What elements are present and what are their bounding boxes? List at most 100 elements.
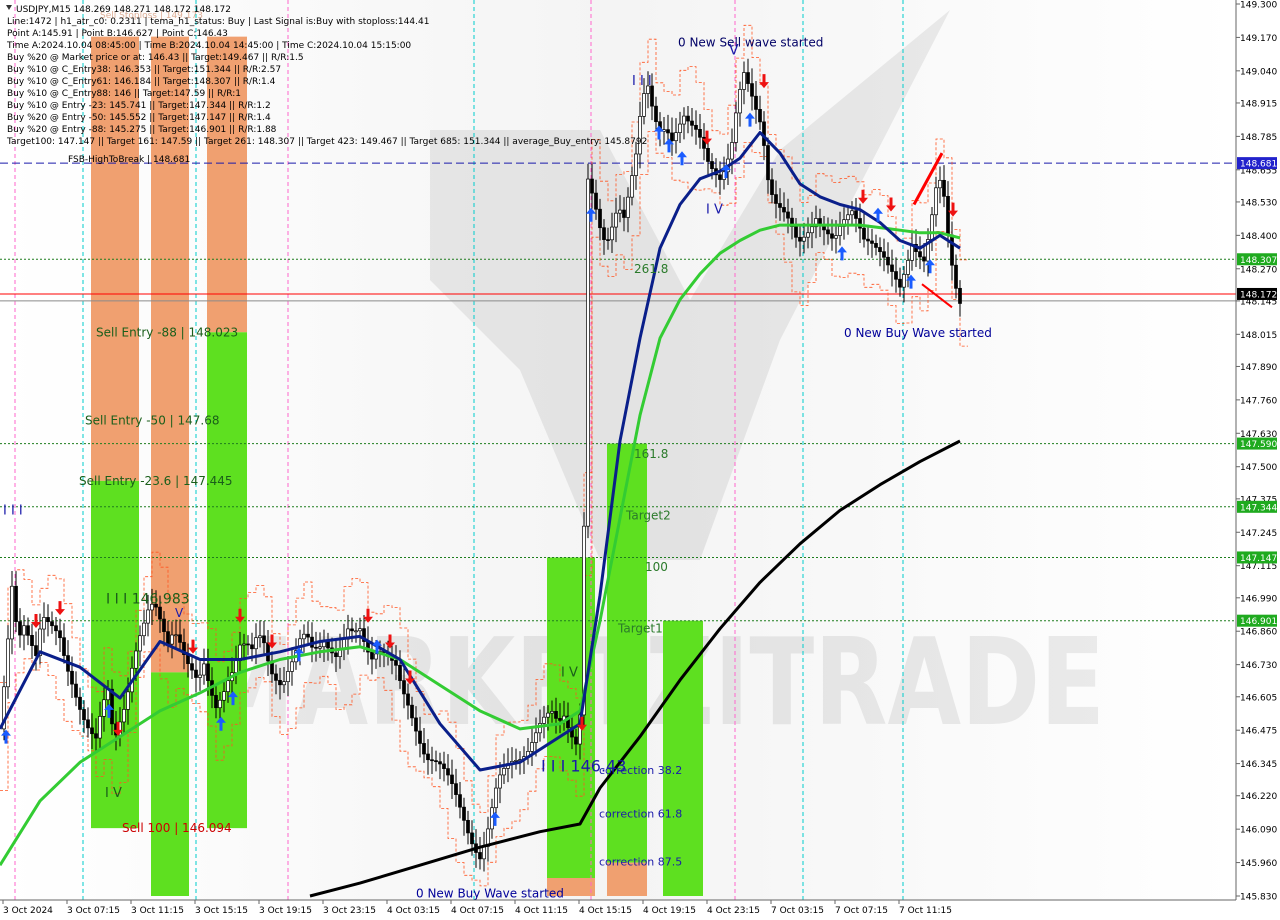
candle-body: [198, 674, 202, 678]
candle-body: [10, 585, 14, 640]
candle-body: [314, 646, 318, 649]
candle-body: [78, 696, 82, 710]
candle-body: [710, 161, 714, 169]
candle-body: [394, 660, 398, 666]
info-line: USDJPY,M15 148.269 148.271 148.172 148.1…: [16, 5, 231, 15]
candle-body: [754, 95, 758, 110]
candle-body: [466, 819, 470, 834]
candle-body: [102, 699, 106, 717]
candle-body: [614, 212, 618, 228]
candle-body: [502, 768, 506, 776]
candle-body: [194, 669, 198, 678]
price-tick-label: 148.915: [1240, 99, 1277, 109]
candle-body: [94, 733, 98, 739]
candle-body: [602, 227, 606, 240]
candle-body: [882, 251, 886, 258]
price-tick-label: 146.090: [1240, 826, 1277, 836]
candle-body: [98, 716, 102, 739]
price-level-badge-text: 148.307: [1240, 256, 1277, 266]
annotation-label: Sell Entry -23.6 | 147.445: [79, 474, 233, 488]
candle-body: [854, 210, 858, 219]
time-tick-label: 4 Oct 23:15: [707, 906, 760, 916]
annotation-label: I V: [561, 665, 578, 680]
candle-body: [678, 123, 682, 133]
time-tick-label: 3 Oct 07:15: [67, 906, 120, 916]
price-level-badge-text: 147.147: [1240, 554, 1277, 564]
candle-body: [610, 226, 614, 241]
candle-body: [898, 278, 902, 288]
candle-body: [906, 260, 910, 275]
time-axis-background: [0, 900, 1280, 920]
candle-body: [826, 229, 830, 235]
candle-body: [430, 759, 434, 762]
candle-body: [226, 680, 230, 692]
candle-body: [6, 638, 10, 688]
candle-body: [74, 683, 78, 698]
candle-body: [206, 663, 210, 681]
candle-body: [670, 132, 674, 142]
candle-body: [422, 743, 426, 755]
candle-body: [934, 187, 938, 216]
annotation-label: I I I 146.983: [106, 592, 190, 608]
annotation-label: 0 New Buy Wave started: [844, 326, 992, 340]
candle-body: [222, 691, 226, 701]
candle-body: [886, 256, 890, 266]
info-line: Point A:145.91 | Point B:146.627 | Point…: [7, 29, 228, 39]
price-tick-label: 148.785: [1240, 133, 1277, 143]
candle-body: [742, 72, 746, 90]
candle-body: [642, 93, 646, 117]
candle-body: [490, 807, 494, 830]
candle-body: [698, 129, 702, 138]
candle-body: [482, 846, 486, 860]
candle-body: [674, 132, 678, 142]
candle-body: [770, 179, 774, 195]
candle-body: [22, 625, 26, 636]
candle-body: [514, 760, 518, 762]
candle-body: [874, 243, 878, 248]
candle-body: [870, 240, 874, 244]
candle-body: [794, 226, 798, 238]
price-tick-label: 146.345: [1240, 760, 1277, 770]
candle-body: [282, 681, 286, 686]
candle-body: [734, 112, 738, 143]
candle-body: [942, 179, 946, 197]
price-tick-label: 148.530: [1240, 198, 1277, 208]
candle-body: [170, 634, 174, 645]
annotation-label: 0 New Buy Wave started: [416, 886, 564, 900]
candle-body: [622, 209, 626, 218]
annotation-label: Target1: [617, 622, 663, 636]
info-line: Target100: 147.147 || Target 161: 147.59…: [6, 137, 647, 147]
annotation-label: 261.8: [634, 262, 668, 276]
candle-body: [594, 192, 598, 210]
candle-body: [190, 663, 194, 671]
candle-body: [546, 712, 550, 718]
price-tick-label: 148.400: [1240, 232, 1277, 242]
candle-body: [558, 718, 562, 721]
candle-body: [318, 646, 322, 649]
candle-body: [398, 664, 402, 681]
candle-body: [266, 642, 270, 662]
candle-body: [434, 760, 438, 763]
time-tick-label: 4 Oct 07:15: [451, 906, 504, 916]
candle-body: [410, 704, 414, 719]
candle-body: [146, 609, 150, 624]
annotation-label: I I I: [3, 503, 23, 518]
candle-body: [638, 115, 642, 155]
candle-body: [334, 652, 338, 657]
candle-body: [254, 637, 258, 650]
candle-body: [498, 774, 502, 789]
candle-body: [250, 644, 254, 650]
info-line: Buy %20 @ Entry -50: 145.552 || Target:1…: [7, 113, 271, 123]
price-tick-label: 147.245: [1240, 529, 1277, 539]
price-tick-label: 146.220: [1240, 792, 1277, 802]
candle-body: [234, 660, 238, 674]
candle-body: [42, 617, 46, 630]
candle-body: [290, 661, 294, 672]
candle-body: [262, 635, 266, 644]
candle-body: [902, 274, 906, 288]
candle-body: [626, 196, 630, 218]
candle-body: [26, 625, 30, 636]
time-tick-label: 3 Oct 19:15: [259, 906, 312, 916]
candle-body: [218, 699, 222, 709]
candle-body: [18, 621, 22, 636]
